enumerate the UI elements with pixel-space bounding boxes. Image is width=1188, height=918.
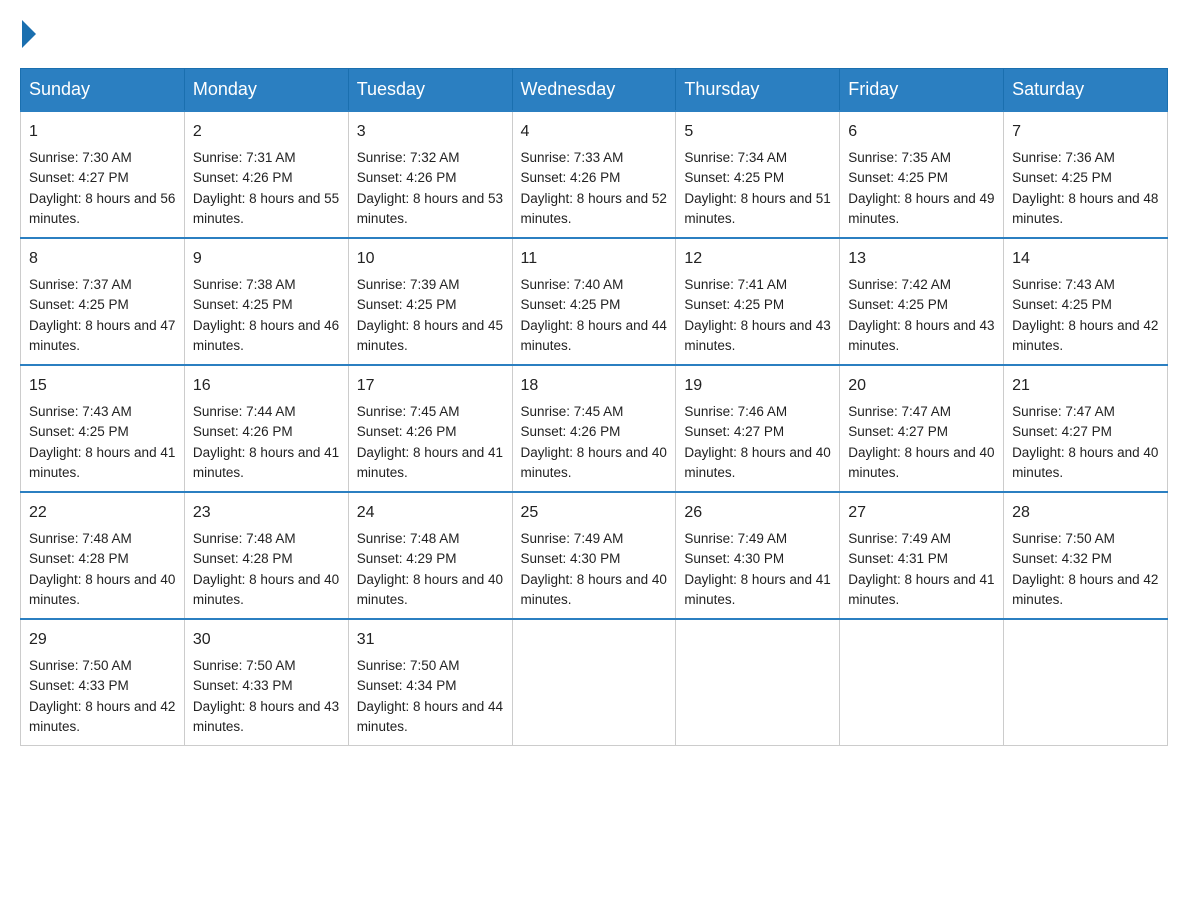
day-number: 28 (1012, 501, 1159, 525)
day-number: 12 (684, 247, 831, 271)
calendar-cell: 2Sunrise: 7:31 AMSunset: 4:26 PMDaylight… (184, 111, 348, 238)
day-number: 8 (29, 247, 176, 271)
calendar-cell: 24Sunrise: 7:48 AMSunset: 4:29 PMDayligh… (348, 492, 512, 619)
calendar-cell: 4Sunrise: 7:33 AMSunset: 4:26 PMDaylight… (512, 111, 676, 238)
calendar-cell: 21Sunrise: 7:47 AMSunset: 4:27 PMDayligh… (1004, 365, 1168, 492)
day-number: 4 (521, 120, 668, 144)
calendar-cell: 17Sunrise: 7:45 AMSunset: 4:26 PMDayligh… (348, 365, 512, 492)
calendar-cell: 14Sunrise: 7:43 AMSunset: 4:25 PMDayligh… (1004, 238, 1168, 365)
calendar-cell: 11Sunrise: 7:40 AMSunset: 4:25 PMDayligh… (512, 238, 676, 365)
calendar-cell (676, 619, 840, 746)
day-number: 26 (684, 501, 831, 525)
day-number: 24 (357, 501, 504, 525)
day-number: 6 (848, 120, 995, 144)
day-number: 10 (357, 247, 504, 271)
calendar-cell: 31Sunrise: 7:50 AMSunset: 4:34 PMDayligh… (348, 619, 512, 746)
day-number: 29 (29, 628, 176, 652)
day-header-tuesday: Tuesday (348, 69, 512, 112)
day-number: 23 (193, 501, 340, 525)
day-number: 3 (357, 120, 504, 144)
calendar-cell: 7Sunrise: 7:36 AMSunset: 4:25 PMDaylight… (1004, 111, 1168, 238)
week-row-1: 1Sunrise: 7:30 AMSunset: 4:27 PMDaylight… (21, 111, 1168, 238)
calendar-cell: 16Sunrise: 7:44 AMSunset: 4:26 PMDayligh… (184, 365, 348, 492)
day-number: 19 (684, 374, 831, 398)
calendar-cell: 18Sunrise: 7:45 AMSunset: 4:26 PMDayligh… (512, 365, 676, 492)
calendar-body: 1Sunrise: 7:30 AMSunset: 4:27 PMDaylight… (21, 111, 1168, 746)
day-number: 9 (193, 247, 340, 271)
calendar-cell (840, 619, 1004, 746)
day-number: 30 (193, 628, 340, 652)
calendar-cell: 12Sunrise: 7:41 AMSunset: 4:25 PMDayligh… (676, 238, 840, 365)
calendar-cell: 29Sunrise: 7:50 AMSunset: 4:33 PMDayligh… (21, 619, 185, 746)
calendar-cell: 20Sunrise: 7:47 AMSunset: 4:27 PMDayligh… (840, 365, 1004, 492)
week-row-5: 29Sunrise: 7:50 AMSunset: 4:33 PMDayligh… (21, 619, 1168, 746)
page-header (20, 20, 1168, 48)
calendar-cell: 3Sunrise: 7:32 AMSunset: 4:26 PMDaylight… (348, 111, 512, 238)
day-number: 20 (848, 374, 995, 398)
day-number: 1 (29, 120, 176, 144)
logo (20, 20, 38, 48)
day-header-wednesday: Wednesday (512, 69, 676, 112)
day-number: 22 (29, 501, 176, 525)
day-number: 27 (848, 501, 995, 525)
calendar-cell: 27Sunrise: 7:49 AMSunset: 4:31 PMDayligh… (840, 492, 1004, 619)
calendar-header: SundayMondayTuesdayWednesdayThursdayFrid… (21, 69, 1168, 112)
day-header-saturday: Saturday (1004, 69, 1168, 112)
week-row-4: 22Sunrise: 7:48 AMSunset: 4:28 PMDayligh… (21, 492, 1168, 619)
day-header-sunday: Sunday (21, 69, 185, 112)
day-number: 13 (848, 247, 995, 271)
calendar-cell: 22Sunrise: 7:48 AMSunset: 4:28 PMDayligh… (21, 492, 185, 619)
calendar-cell: 30Sunrise: 7:50 AMSunset: 4:33 PMDayligh… (184, 619, 348, 746)
calendar-cell: 13Sunrise: 7:42 AMSunset: 4:25 PMDayligh… (840, 238, 1004, 365)
day-number: 16 (193, 374, 340, 398)
day-number: 18 (521, 374, 668, 398)
day-header-monday: Monday (184, 69, 348, 112)
calendar-cell: 26Sunrise: 7:49 AMSunset: 4:30 PMDayligh… (676, 492, 840, 619)
calendar-cell: 8Sunrise: 7:37 AMSunset: 4:25 PMDaylight… (21, 238, 185, 365)
day-number: 15 (29, 374, 176, 398)
calendar-table: SundayMondayTuesdayWednesdayThursdayFrid… (20, 68, 1168, 746)
day-number: 7 (1012, 120, 1159, 144)
day-header-thursday: Thursday (676, 69, 840, 112)
week-row-2: 8Sunrise: 7:37 AMSunset: 4:25 PMDaylight… (21, 238, 1168, 365)
day-number: 5 (684, 120, 831, 144)
day-number: 14 (1012, 247, 1159, 271)
day-number: 31 (357, 628, 504, 652)
calendar-cell: 23Sunrise: 7:48 AMSunset: 4:28 PMDayligh… (184, 492, 348, 619)
calendar-cell: 19Sunrise: 7:46 AMSunset: 4:27 PMDayligh… (676, 365, 840, 492)
calendar-cell: 1Sunrise: 7:30 AMSunset: 4:27 PMDaylight… (21, 111, 185, 238)
calendar-cell: 5Sunrise: 7:34 AMSunset: 4:25 PMDaylight… (676, 111, 840, 238)
calendar-cell: 9Sunrise: 7:38 AMSunset: 4:25 PMDaylight… (184, 238, 348, 365)
calendar-cell (512, 619, 676, 746)
day-number: 11 (521, 247, 668, 271)
week-row-3: 15Sunrise: 7:43 AMSunset: 4:25 PMDayligh… (21, 365, 1168, 492)
day-header-friday: Friday (840, 69, 1004, 112)
calendar-cell: 15Sunrise: 7:43 AMSunset: 4:25 PMDayligh… (21, 365, 185, 492)
calendar-cell: 10Sunrise: 7:39 AMSunset: 4:25 PMDayligh… (348, 238, 512, 365)
day-number: 17 (357, 374, 504, 398)
calendar-cell: 6Sunrise: 7:35 AMSunset: 4:25 PMDaylight… (840, 111, 1004, 238)
logo-triangle-icon (22, 20, 36, 48)
day-header-row: SundayMondayTuesdayWednesdayThursdayFrid… (21, 69, 1168, 112)
calendar-cell: 25Sunrise: 7:49 AMSunset: 4:30 PMDayligh… (512, 492, 676, 619)
day-number: 2 (193, 120, 340, 144)
calendar-cell: 28Sunrise: 7:50 AMSunset: 4:32 PMDayligh… (1004, 492, 1168, 619)
calendar-cell (1004, 619, 1168, 746)
day-number: 25 (521, 501, 668, 525)
day-number: 21 (1012, 374, 1159, 398)
